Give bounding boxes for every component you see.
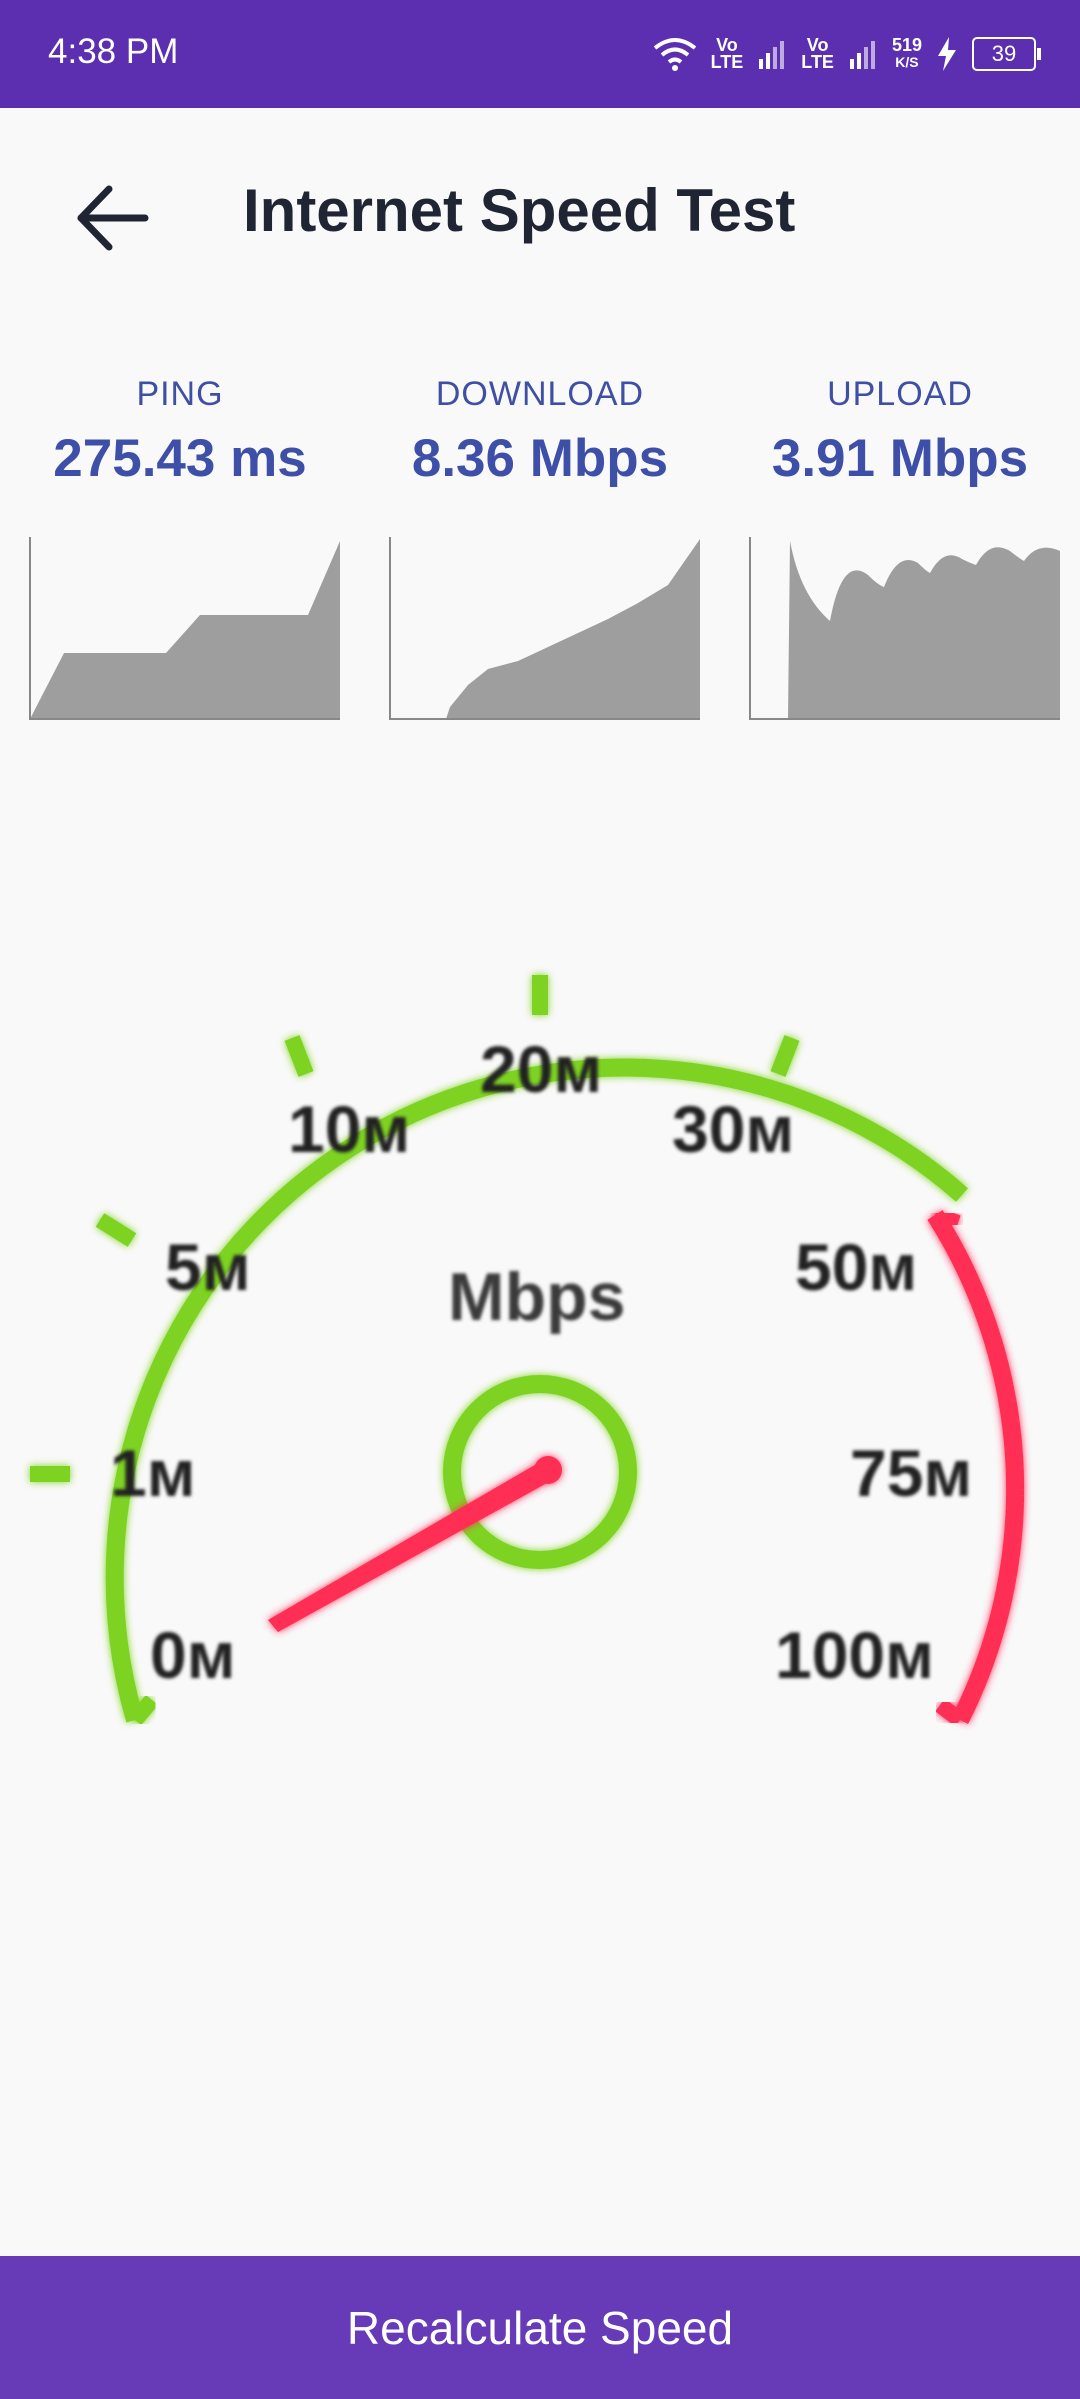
gauge-tick-75: 75м [850, 1436, 972, 1510]
app-header: Internet Speed Test [0, 108, 1080, 318]
gauge-tick-30: 30м [672, 1092, 794, 1166]
upload-label: UPLOAD [827, 375, 973, 413]
status-icons: Vo LTE Vo LTE 519 K/S 39 [653, 26, 1041, 82]
gauge-unit: Mbps [448, 1259, 626, 1335]
gauge-tick-50: 50м [795, 1230, 917, 1304]
network-speed-value: 519 [891, 35, 922, 55]
ping-label: PING [136, 375, 224, 413]
download-stat: DOWNLOAD 8.36 Mbps [360, 375, 720, 489]
arrow-left-icon [77, 185, 149, 251]
wifi-icon [653, 38, 696, 71]
charging-icon [938, 37, 956, 71]
back-button[interactable] [62, 168, 162, 268]
gauge-tick-1: 1м [110, 1436, 196, 1510]
download-graph [389, 537, 700, 720]
gauge-tick-100: 100м [775, 1618, 934, 1692]
upload-value: 3.91 Mbps [771, 429, 1029, 488]
recalculate-speed-button[interactable]: Recalculate Speed [0, 2256, 1080, 2399]
page-title: Internet Speed Test [243, 177, 796, 244]
volte-label-2: Vo LTE [801, 35, 834, 72]
download-label: DOWNLOAD [435, 375, 645, 413]
gauge-tick-10: 10м [288, 1092, 410, 1166]
ping-value: 275.43 ms [53, 429, 307, 488]
signal-icon-2 [849, 41, 875, 69]
status-time: 4:38 PM [48, 32, 179, 71]
upload-graph [749, 537, 1060, 720]
download-value: 8.36 Mbps [411, 429, 669, 488]
battery-icon: 39 [972, 37, 1041, 71]
upload-stat: UPLOAD 3.91 Mbps [720, 375, 1080, 489]
status-bar: 4:38 PM Vo LTE Vo LTE 519 K/S 39 [0, 0, 1080, 108]
gauge-tick-5: 5м [165, 1230, 251, 1304]
speedometer-gauge: 0м 1м 5м 10м 20м 30м 50м 75м 100м Mbps [30, 975, 1050, 1727]
gauge-needle [268, 1456, 562, 1632]
network-speed: 519 K/S [891, 35, 922, 71]
network-speed-unit: K/S [895, 54, 919, 70]
signal-icon-1 [759, 41, 785, 69]
ping-graph [29, 537, 340, 720]
gauge-tick-0: 0м [150, 1618, 236, 1692]
volte-label-1: Vo LTE [710, 35, 744, 72]
ping-stat: PING 275.43 ms [0, 375, 360, 489]
gauge-tick-20: 20м [480, 1032, 602, 1106]
